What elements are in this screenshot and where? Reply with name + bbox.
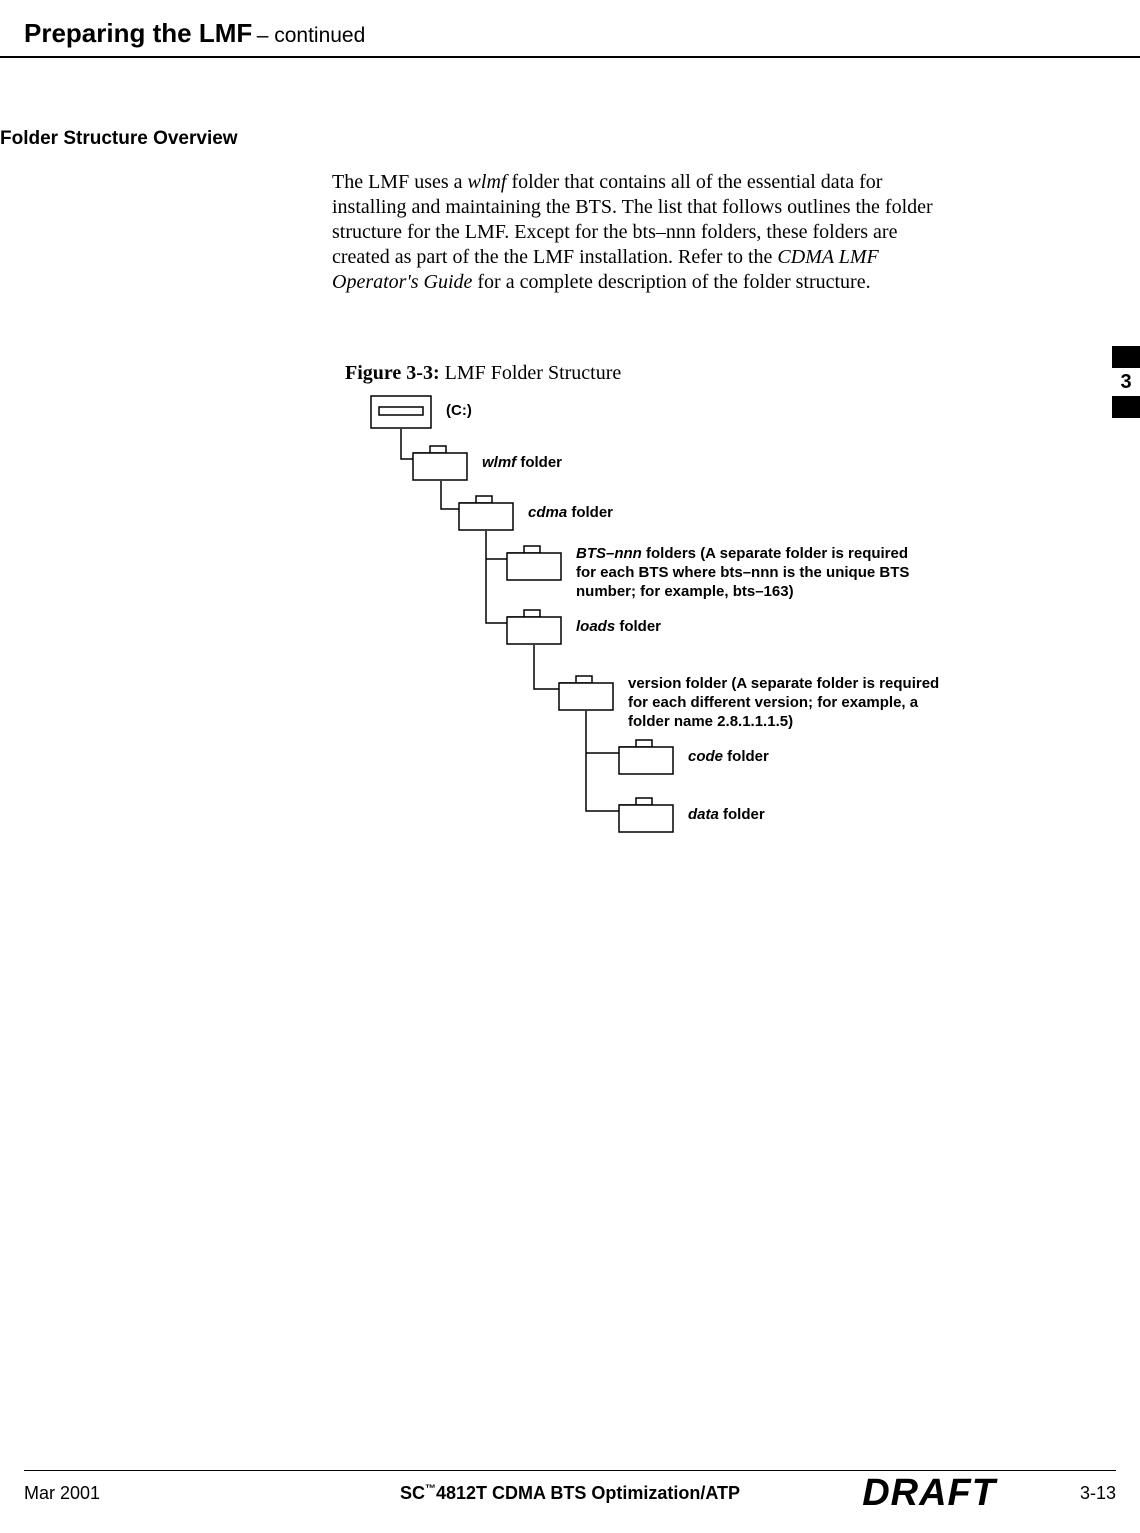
- tree-label-code: code folder: [688, 748, 769, 767]
- footer-date: Mar 2001: [24, 1483, 100, 1504]
- folder-icon: [618, 739, 674, 779]
- header-title: Preparing the LMF: [24, 18, 252, 48]
- figure-caption-text: LMF Folder Structure: [440, 362, 622, 384]
- tree-node-c-drive: (C:): [370, 395, 472, 433]
- tree-label-data-name: data: [688, 806, 719, 823]
- tree-label-wlmf-name: wlmf: [482, 454, 516, 471]
- folder-icon: [412, 445, 468, 485]
- tree-label-c-drive: (C:): [446, 402, 472, 421]
- header-rule: [0, 56, 1140, 58]
- drive-icon: [370, 395, 432, 433]
- body-text-italic-wlmf: wlmf: [468, 171, 507, 193]
- tree-label-cdma-name: cdma: [528, 504, 567, 521]
- tree-label-cdma-suffix: folder: [567, 504, 613, 521]
- footer-rule: [24, 1470, 1116, 1471]
- tree-label-cdma: cdma folder: [528, 504, 613, 523]
- footer-product-prefix: SC: [400, 1483, 425, 1503]
- folder-icon: [506, 545, 562, 585]
- tree-label-bts-name: BTS–nnn: [576, 545, 642, 562]
- body-text-a: The LMF uses a: [332, 171, 468, 193]
- body-text-c: for a complete description of the folder…: [472, 271, 870, 293]
- folder-icon: [458, 495, 514, 535]
- tab-chapter-number: 3: [1112, 368, 1140, 396]
- figure-caption: Figure 3-3: LMF Folder Structure: [345, 362, 621, 385]
- tree-label-loads: loads folder: [576, 618, 661, 637]
- tree-label-wlmf-suffix: folder: [516, 454, 562, 471]
- footer-draft-watermark: DRAFT: [862, 1472, 996, 1515]
- folder-icon: [506, 609, 562, 649]
- tree-label-loads-suffix: folder: [615, 618, 661, 635]
- tree-label-wlmf: wlmf folder: [482, 454, 562, 473]
- body-paragraph: The LMF uses a wlmf folder that contains…: [332, 170, 952, 295]
- tree-label-code-name: code: [688, 748, 723, 765]
- folder-tree-diagram: (C:) wlmf folder cdma folder BTS–nnn fol…: [370, 395, 1010, 915]
- folder-icon: [558, 675, 614, 715]
- chapter-tab: 3: [1112, 346, 1140, 418]
- tree-node-wlmf: wlmf folder: [412, 445, 562, 485]
- tab-bar-bottom: [1112, 396, 1140, 418]
- tree-node-cdma: cdma folder: [458, 495, 613, 535]
- footer-product-text: 4812T CDMA BTS Optimization/ATP: [436, 1483, 740, 1503]
- footer-page-number: 3-13: [1080, 1483, 1116, 1504]
- folder-icon: [618, 797, 674, 837]
- tree-label-bts: BTS–nnn folders (A separate folder is re…: [576, 545, 916, 601]
- tab-bar-top: [1112, 346, 1140, 368]
- tree-label-loads-name: loads: [576, 618, 615, 635]
- section-heading: Folder Structure Overview: [0, 128, 238, 150]
- tree-label-code-suffix: folder: [723, 748, 769, 765]
- page-header: Preparing the LMF – continued: [24, 18, 1140, 49]
- header-continued: – continued: [257, 24, 366, 47]
- tree-label-data-suffix: folder: [719, 806, 765, 823]
- tree-node-bts: BTS–nnn folders (A separate folder is re…: [506, 545, 916, 601]
- page-footer: Mar 2001 SC™4812T CDMA BTS Optimization/…: [24, 1477, 1116, 1509]
- tree-node-code: code folder: [618, 739, 769, 779]
- footer-tm: ™: [425, 1483, 436, 1495]
- tree-label-version: version folder (A separate folder is req…: [628, 675, 948, 731]
- tree-label-data: data folder: [688, 806, 765, 825]
- figure-caption-number: Figure 3-3:: [345, 362, 440, 384]
- tree-node-data: data folder: [618, 797, 765, 837]
- tree-node-loads: loads folder: [506, 609, 661, 649]
